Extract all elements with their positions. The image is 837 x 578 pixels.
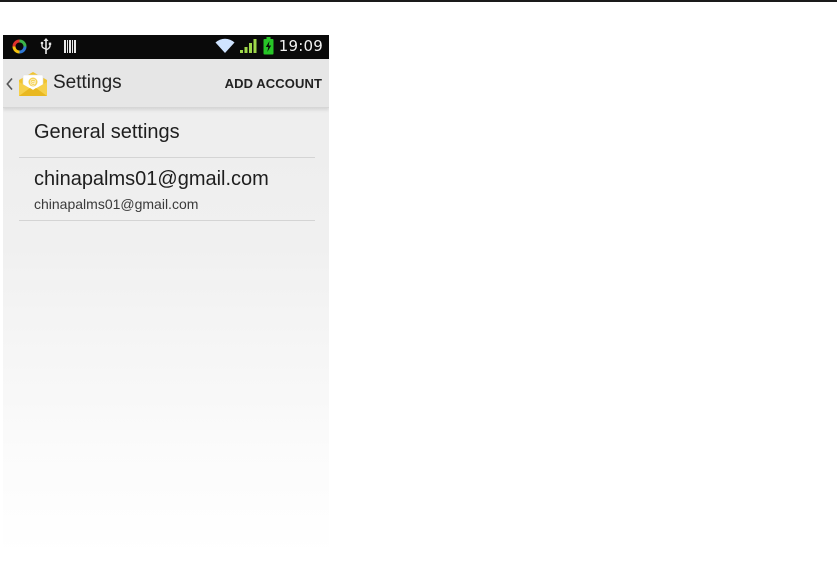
page-title: Settings — [53, 72, 122, 93]
account-name: chinapalms01@gmail.com — [34, 168, 269, 190]
clock-time: 19:09 — [278, 37, 323, 55]
status-bar: 19:09 — [3, 35, 329, 59]
wifi-icon — [215, 38, 235, 54]
notification-icons — [11, 38, 76, 55]
account-email: chinapalms01@gmail.com — [34, 196, 199, 212]
sync-icon — [11, 38, 28, 55]
back-chevron-icon — [6, 77, 13, 91]
signal-icon — [239, 38, 258, 54]
system-indicators: 19:09 — [215, 37, 323, 55]
usb-icon — [40, 38, 52, 55]
general-settings-item[interactable]: General settings — [19, 107, 315, 158]
battery-charging-icon — [263, 37, 274, 55]
barcode-icon — [64, 39, 76, 54]
account-item[interactable]: chinapalms01@gmail.com chinapalms01@gmai… — [19, 158, 315, 221]
general-settings-label: General settings — [34, 121, 180, 143]
settings-list: General settings chinapalms01@gmail.com … — [19, 107, 315, 221]
action-bar: @ Settings ADD ACCOUNT — [3, 59, 329, 108]
phone-screen: 19:09 @ Settings ADD ACCOUNT General set… — [3, 35, 329, 555]
email-app-icon: @ — [16, 69, 50, 99]
up-navigation-button[interactable]: @ — [5, 65, 53, 101]
top-border — [0, 0, 837, 2]
svg-text:@: @ — [30, 79, 37, 87]
add-account-button[interactable]: ADD ACCOUNT — [225, 76, 322, 91]
